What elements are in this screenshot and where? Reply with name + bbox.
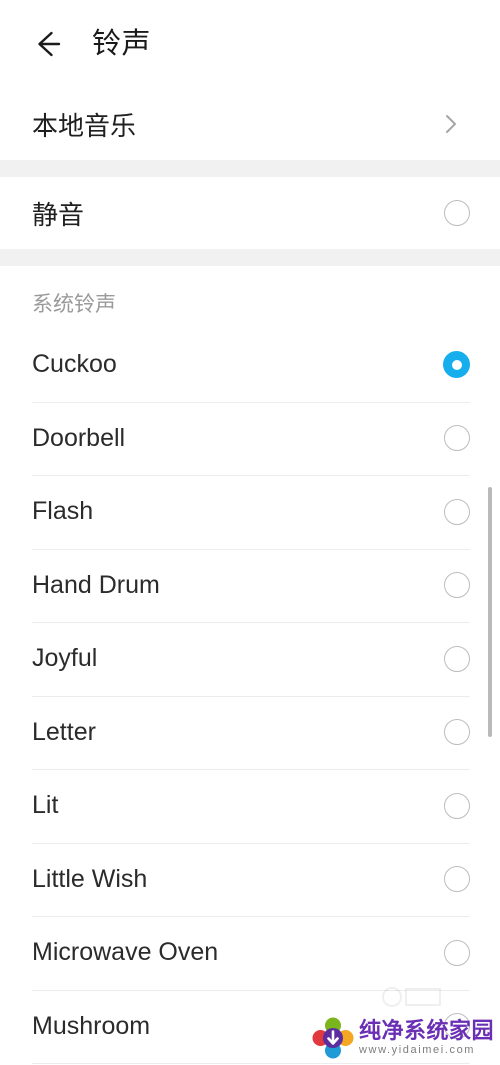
section-divider-band-1 <box>0 160 500 177</box>
local-music-row[interactable]: 本地音乐 <box>0 88 500 160</box>
ringtone-radio[interactable] <box>444 1013 470 1040</box>
ringtone-radio[interactable] <box>444 939 470 966</box>
ringtone-radio[interactable] <box>444 866 470 893</box>
section-divider-band-2 <box>0 249 500 266</box>
silent-label: 静音 <box>32 199 85 230</box>
ringtone-label: Doorbell <box>32 423 126 452</box>
ringtone-label: Cuckoo <box>32 350 117 379</box>
ringtone-row[interactable]: Mushroom <box>0 989 500 1063</box>
ringtone-label: Little Wish <box>32 864 148 893</box>
ringtone-settings-screen: 铃声 本地音乐 静音 系统铃声 Cuckoo Doorbell Flash Hand … <box>0 0 500 1065</box>
ringtone-label: Mushroom <box>32 1011 151 1040</box>
ringtone-list: Cuckoo Doorbell Flash Hand Drum Joyful Letter… <box>0 328 500 1065</box>
ringtone-label: Microwave Oven <box>32 938 219 967</box>
ringtone-row[interactable]: Lit <box>0 769 500 843</box>
ringtone-radio[interactable] <box>444 792 470 819</box>
ringtone-label: Hand Drum <box>32 570 160 599</box>
ringtone-label: Lit <box>32 791 59 820</box>
ringtone-radio-selected[interactable] <box>443 351 470 379</box>
page-title: 铃声 <box>92 27 152 60</box>
ringtone-row[interactable]: Joyful <box>0 622 500 696</box>
silent-row[interactable]: 静音 <box>0 177 500 249</box>
section-header-label: 系统铃声 <box>32 293 116 316</box>
silent-radio[interactable] <box>444 200 470 226</box>
ringtone-row[interactable]: Hand Drum <box>0 548 500 622</box>
ringtone-radio[interactable] <box>444 572 470 599</box>
ringtone-row[interactable]: Flash <box>0 475 500 549</box>
ringtone-row[interactable]: Cuckoo <box>0 328 500 402</box>
ringtone-row[interactable]: Doorbell <box>0 401 500 475</box>
ringtone-radio[interactable] <box>444 498 470 525</box>
app-header: 铃声 <box>0 0 500 88</box>
ringtone-label: Joyful <box>32 644 98 673</box>
vertical-scrollbar[interactable] <box>488 487 492 737</box>
system-ringtones-section-header: 系统铃声 <box>0 266 500 328</box>
ringtone-radio[interactable] <box>444 719 470 746</box>
local-music-label: 本地音乐 <box>32 110 137 141</box>
ringtone-row[interactable]: Letter <box>0 695 500 769</box>
ringtone-label: Letter <box>32 717 96 746</box>
ringtone-radio[interactable] <box>444 645 470 672</box>
ringtone-radio[interactable] <box>444 425 470 452</box>
ringtone-row[interactable]: Little Wish <box>0 842 500 916</box>
chevron-right-icon <box>440 113 462 135</box>
ringtone-row[interactable]: Microwave Oven <box>0 916 500 990</box>
back-arrow-icon[interactable] <box>30 27 64 61</box>
ringtone-label: Flash <box>32 497 94 526</box>
